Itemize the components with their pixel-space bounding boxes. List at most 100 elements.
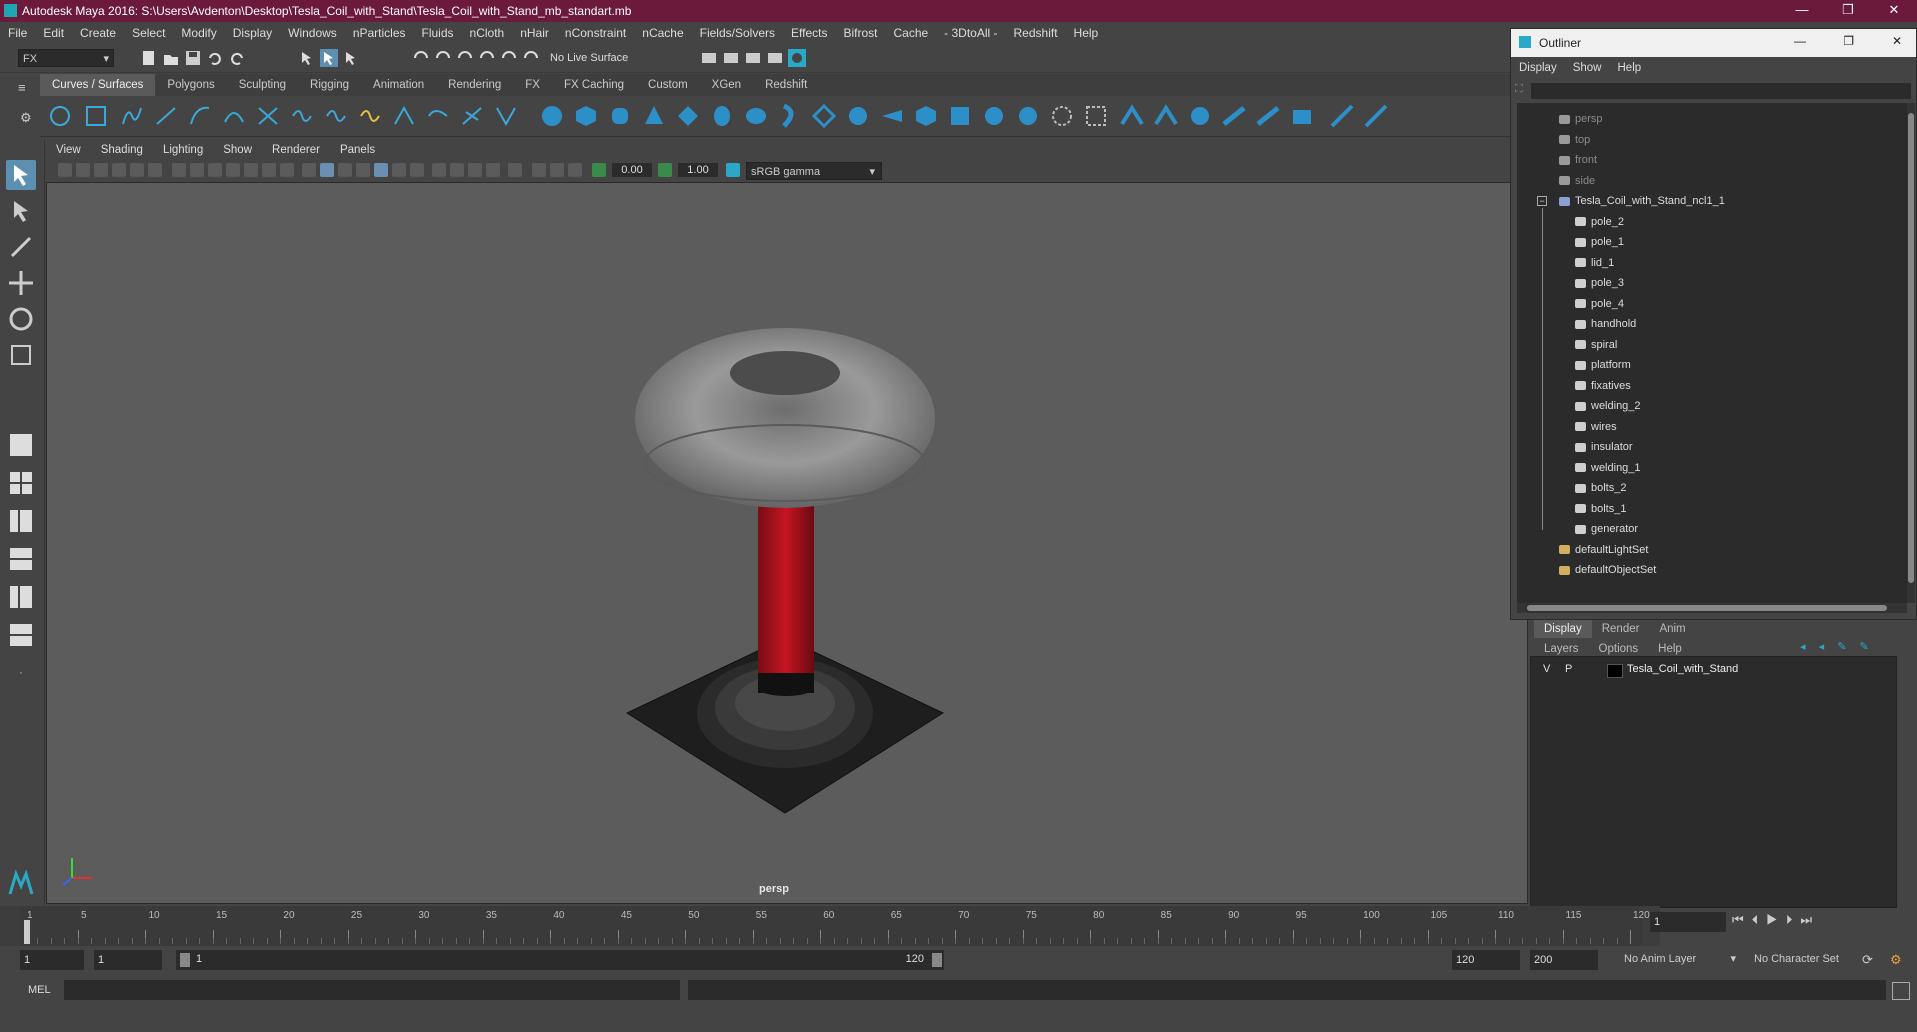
- scrollbar-thumb[interactable]: [1908, 113, 1914, 583]
- loft-icon[interactable]: [778, 104, 802, 128]
- outliner-child-4[interactable]: pole_4: [1575, 294, 1624, 314]
- new-layer-selected-icon[interactable]: ✎: [1859, 641, 1868, 653]
- nurbs-cone-icon[interactable]: [642, 104, 666, 128]
- attach-curves-icon[interactable]: [290, 104, 314, 128]
- motion-blur-icon[interactable]: [450, 163, 464, 177]
- outliner-maximize-button[interactable]: ❐: [1843, 34, 1854, 48]
- menu-7[interactable]: nParticles: [345, 22, 414, 44]
- shelf-tab-6[interactable]: FX: [513, 74, 552, 96]
- bookmark-icon[interactable]: [94, 163, 108, 177]
- nurbs-square-icon[interactable]: [84, 104, 108, 128]
- use-all-lights-icon[interactable]: [392, 163, 406, 177]
- render-frame-icon[interactable]: [700, 49, 718, 67]
- extrude-icon[interactable]: [846, 104, 870, 128]
- snap-point-icon[interactable]: [456, 49, 474, 67]
- shelf-tab-7[interactable]: FX Caching: [552, 74, 636, 96]
- current-frame-field[interactable]: 1: [1650, 912, 1726, 932]
- menu-19[interactable]: Help: [1066, 22, 1107, 44]
- persp-graph-layout-icon[interactable]: [6, 544, 36, 574]
- end-time-field[interactable]: 200: [1530, 950, 1598, 970]
- nurbs-torus-icon[interactable]: [710, 104, 734, 128]
- outliner-child-1[interactable]: pole_1: [1575, 232, 1624, 252]
- playback-start-field[interactable]: 1: [94, 950, 162, 970]
- exposure-field[interactable]: 0.00: [612, 163, 652, 177]
- menu-10[interactable]: nHair: [512, 22, 557, 44]
- extend-curve-icon[interactable]: [392, 104, 416, 128]
- outliner-child-2[interactable]: lid_1: [1575, 253, 1614, 273]
- rotate-tool-icon[interactable]: [6, 304, 36, 334]
- outliner-root-group[interactable]: Tesla_Coil_with_Stand_ncl1_1: [1559, 191, 1725, 211]
- hypershade-icon[interactable]: [788, 49, 806, 67]
- render-settings-icon[interactable]: [766, 49, 784, 67]
- outliner-layout-icon[interactable]: [6, 620, 36, 650]
- surface-editing-icon[interactable]: [1364, 104, 1388, 128]
- grease-pencil-icon[interactable]: [148, 163, 162, 177]
- maximize-button[interactable]: ❐: [1825, 0, 1871, 22]
- exposure-icon[interactable]: [592, 163, 606, 177]
- snap-grid-icon[interactable]: [412, 49, 430, 67]
- menu-4[interactable]: Modify: [173, 22, 224, 44]
- outliner-set-1[interactable]: defaultObjectSet: [1559, 560, 1656, 580]
- bezier-curve-icon[interactable]: [188, 104, 212, 128]
- panel-menu-4[interactable]: Renderer: [262, 140, 330, 160]
- filter-icon[interactable]: ⛶: [1515, 83, 1523, 96]
- nurbs-sphere-icon[interactable]: [540, 104, 564, 128]
- rebuild-curve-icon[interactable]: [494, 104, 518, 128]
- layer-tab-1[interactable]: Render: [1592, 620, 1650, 638]
- film-gate-icon[interactable]: [190, 163, 204, 177]
- menu-2[interactable]: Create: [72, 22, 124, 44]
- menu-3[interactable]: Select: [124, 22, 173, 44]
- outliner-child-3[interactable]: pole_3: [1575, 273, 1624, 293]
- outliner-menu-2[interactable]: Help: [1610, 57, 1650, 79]
- open-scene-icon[interactable]: [162, 49, 180, 67]
- pencil-curve-icon[interactable]: [222, 104, 246, 128]
- play-icon[interactable]: ▶: [1766, 912, 1786, 927]
- layer-playback-toggle[interactable]: P: [1565, 663, 1572, 675]
- outliner-camera-2[interactable]: front: [1559, 150, 1597, 170]
- panel-menu-5[interactable]: Panels: [330, 140, 385, 160]
- menu-11[interactable]: nConstraint: [557, 22, 634, 44]
- select-hierarchy-icon[interactable]: [298, 49, 316, 67]
- isolate-select-icon[interactable]: [508, 163, 522, 177]
- magnet-icon[interactable]: [522, 49, 540, 67]
- auto-key-icon[interactable]: ⟳: [1862, 952, 1873, 968]
- insert-knot-icon[interactable]: [358, 104, 382, 128]
- gamma-field[interactable]: 1.00: [678, 163, 718, 177]
- outliner-camera-1[interactable]: top: [1559, 130, 1590, 150]
- go-to-end-icon[interactable]: ⏭: [1800, 912, 1820, 927]
- trim-icon[interactable]: [1084, 104, 1108, 128]
- undo-icon[interactable]: [206, 49, 224, 67]
- outliner-child-10[interactable]: wires: [1575, 417, 1617, 437]
- panel-menu-3[interactable]: Show: [213, 140, 262, 160]
- move-layer-up-icon[interactable]: ◂: [1800, 641, 1806, 653]
- intersect-icon[interactable]: [1016, 104, 1040, 128]
- animation-prefs-icon[interactable]: ⚙: [1890, 952, 1902, 968]
- wireframe-icon[interactable]: [302, 163, 316, 177]
- menu-0[interactable]: File: [0, 22, 35, 44]
- field-chart-icon[interactable]: [244, 163, 258, 177]
- step-back-icon[interactable]: ⏴: [1752, 912, 1767, 927]
- move-tool-icon[interactable]: [6, 268, 36, 298]
- outliner-child-13[interactable]: bolts_2: [1575, 478, 1626, 498]
- sculpt-geometry-icon[interactable]: [1330, 104, 1354, 128]
- snap-view-icon[interactable]: [478, 49, 496, 67]
- outliner-child-5[interactable]: handhold: [1575, 314, 1636, 334]
- layer-color-swatch[interactable]: [1607, 664, 1623, 678]
- menu-13[interactable]: Fields/Solvers: [692, 22, 783, 44]
- smooth-shade-icon[interactable]: [320, 163, 334, 177]
- shelf-tab-8[interactable]: Custom: [636, 74, 700, 96]
- attach-surfaces-icon[interactable]: [1154, 104, 1178, 128]
- go-to-start-icon[interactable]: ⏮: [1732, 912, 1752, 927]
- menu-15[interactable]: Bifrost: [835, 22, 885, 44]
- resolution-gate-icon[interactable]: [208, 163, 222, 177]
- select-object-icon[interactable]: [320, 49, 338, 67]
- menu-12[interactable]: nCache: [634, 22, 691, 44]
- outliner-vertical-scrollbar[interactable]: [1907, 103, 1915, 603]
- render-sequence-icon[interactable]: [722, 49, 740, 67]
- select-component-icon[interactable]: [342, 49, 360, 67]
- outliner-horizontal-scrollbar[interactable]: [1517, 603, 1907, 613]
- outliner-set-0[interactable]: defaultLightSet: [1559, 540, 1648, 560]
- script-language-label[interactable]: MEL: [28, 984, 51, 996]
- shelf-menu-icon[interactable]: ≡: [18, 80, 26, 95]
- menu-8[interactable]: Fluids: [414, 22, 462, 44]
